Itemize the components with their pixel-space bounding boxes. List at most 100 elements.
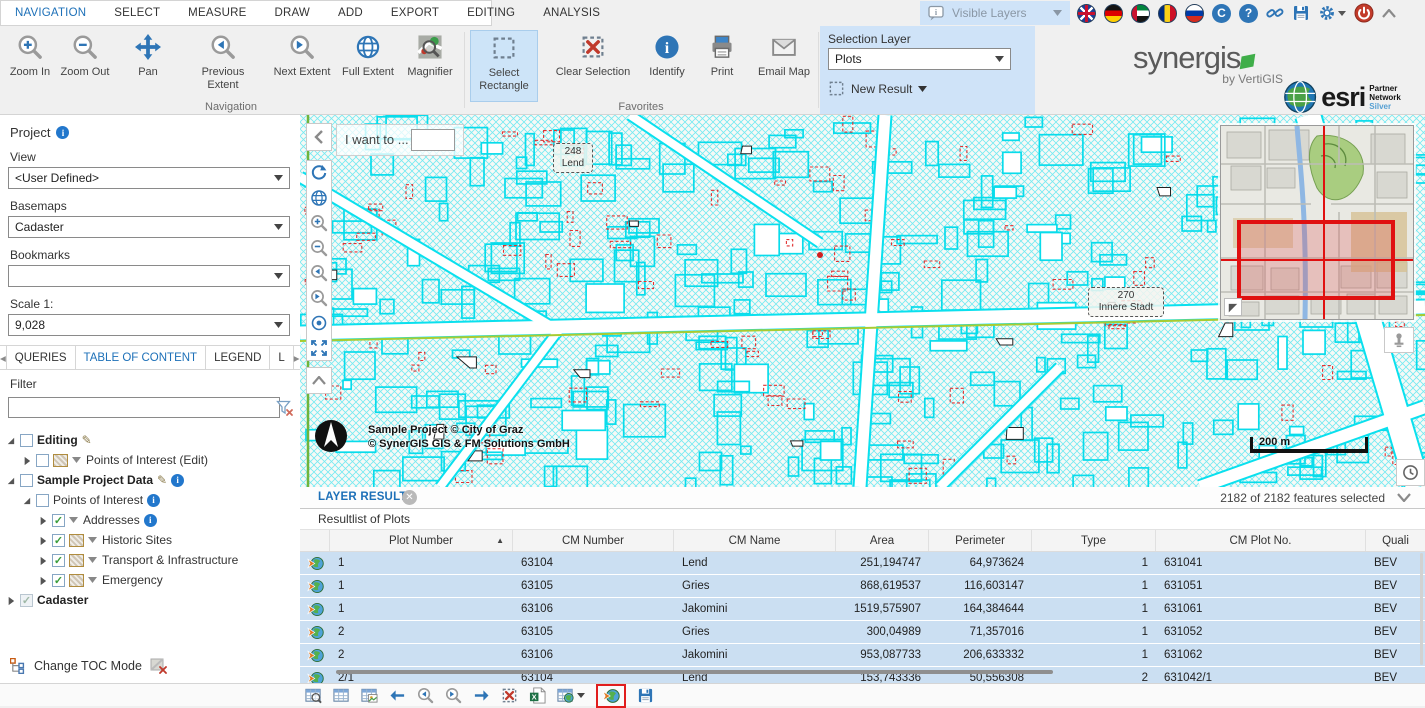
expander-collapsed-icon[interactable] [20, 455, 32, 466]
layer-info-icon[interactable]: i [147, 494, 160, 507]
layer-info-icon[interactable]: i [144, 514, 157, 527]
collapse-left-panel-button[interactable] [306, 123, 332, 151]
expander-expanded-icon[interactable] [20, 495, 32, 506]
next-record-button[interactable] [473, 687, 490, 704]
zoom-to-feature-icon[interactable] [300, 578, 330, 595]
zoom-previous-result-button[interactable] [417, 687, 434, 704]
history-clock-button[interactable] [1396, 459, 1425, 486]
header-cm-name[interactable]: CM Name [674, 530, 836, 551]
select-rectangle-button[interactable]: Select Rectangle [470, 30, 538, 102]
tree-item-sample-project-data[interactable]: Sample Project Data ✎ i [0, 470, 300, 490]
layer-menu-caret-icon[interactable] [69, 517, 79, 523]
zoom-in-icon[interactable] [310, 214, 328, 232]
save-result-button[interactable] [637, 687, 654, 704]
center-map-icon[interactable] [310, 314, 328, 332]
checkbox-unchecked[interactable] [20, 434, 33, 447]
zoom-to-feature-icon[interactable] [300, 670, 330, 684]
expander-collapsed-icon[interactable] [36, 515, 48, 526]
previous-extent-icon[interactable] [310, 264, 328, 282]
layer-menu-caret-icon[interactable] [88, 537, 98, 543]
language-arabic-icon[interactable] [1131, 4, 1150, 23]
tree-item-editing[interactable]: Editing ✎ [0, 430, 300, 450]
report-view-button[interactable] [361, 687, 378, 704]
save-icon[interactable] [1292, 4, 1310, 22]
table-row[interactable]: 163104Lend251,19474764,9736241631041BEV [300, 552, 1425, 575]
checkbox-checked[interactable]: ✓ [52, 574, 65, 587]
scale-select[interactable]: 9,028 [8, 314, 290, 336]
refresh-icon[interactable] [310, 164, 328, 182]
expander-collapsed-icon[interactable] [36, 555, 48, 566]
table-row[interactable]: 263105Gries300,0498971,3570161631052BEV [300, 621, 1425, 644]
table-row[interactable]: 163105Gries868,619537116,6031471631051BE… [300, 575, 1425, 598]
next-extent-icon[interactable] [310, 289, 328, 307]
tree-item-points-of-interest[interactable]: Points of Interest i [0, 490, 300, 510]
excel-export-button[interactable]: X [529, 687, 546, 704]
menu-tab-editing[interactable]: EDITING [453, 7, 529, 19]
full-extent-icon[interactable] [310, 189, 328, 207]
search-in-result-button[interactable] [305, 687, 322, 704]
language-russian-icon[interactable] [1185, 4, 1204, 23]
menu-tab-export[interactable]: EXPORT [377, 7, 453, 19]
collapse-ribbon-icon[interactable] [1382, 9, 1396, 18]
view-select[interactable]: <User Defined> [8, 167, 290, 189]
tree-item-transport-infrastructure[interactable]: ✓ Transport & Infrastructure [0, 550, 300, 570]
remove-selection-button[interactable] [501, 687, 518, 704]
next-extent-button[interactable]: Next Extent [268, 30, 336, 102]
tab-queries[interactable]: QUERIES [7, 346, 76, 369]
checkbox-checked[interactable]: ✓ [52, 534, 65, 547]
horizontal-scrollbar[interactable] [336, 670, 1053, 674]
menu-tab-analysis[interactable]: ANALYSIS [529, 7, 614, 19]
settings-button[interactable] [1318, 4, 1346, 22]
i-want-to-input[interactable] [411, 129, 455, 151]
zoom-in-button[interactable]: Zoom In [6, 30, 54, 102]
collapse-panel-icon[interactable] [1397, 493, 1411, 502]
checkbox-unchecked[interactable] [36, 454, 49, 467]
zoom-to-feature-icon[interactable] [300, 624, 330, 641]
email-map-button[interactable]: Email Map [752, 30, 816, 102]
header-cm-plot-no[interactable]: CM Plot No. [1156, 530, 1366, 551]
zoom-to-selection-highlighted[interactable] [596, 684, 626, 708]
print-button[interactable]: Print [698, 30, 746, 102]
tab-truncated[interactable]: L [270, 346, 293, 369]
clear-filter-icon[interactable] [276, 399, 294, 417]
header-area[interactable]: Area [836, 530, 929, 551]
tree-item-poi-edit[interactable]: Points of Interest (Edit) [0, 450, 300, 470]
menu-tab-select[interactable]: SELECT [100, 7, 174, 19]
bookmarks-select[interactable] [8, 265, 290, 287]
map-canvas-area[interactable]: I want to ... 248Lend 270Innere Stadt Sa… [300, 115, 1425, 487]
language-english-icon[interactable] [1077, 4, 1096, 23]
fullscreen-icon[interactable] [310, 339, 328, 357]
selection-layer-select[interactable]: Plots [828, 48, 1011, 70]
language-german-icon[interactable] [1104, 4, 1123, 23]
header-cm-number[interactable]: CM Number [513, 530, 674, 551]
layer-menu-caret-icon[interactable] [88, 577, 98, 583]
filter-input[interactable] [8, 397, 280, 418]
vertical-scrollbar[interactable] [1420, 553, 1423, 665]
map-tools-collapse-button[interactable] [306, 367, 332, 394]
checkbox-unchecked[interactable] [36, 494, 49, 507]
overview-map[interactable]: ◤ [1220, 125, 1414, 320]
expander-expanded-icon[interactable] [4, 435, 16, 446]
zoom-out-icon[interactable] [310, 239, 328, 257]
table-row[interactable]: 163106Jakomini1519,575907164,38464416310… [300, 598, 1425, 621]
pan-button[interactable]: Pan [126, 30, 170, 102]
header-type[interactable]: Type [1032, 530, 1156, 551]
zoom-to-feature-icon[interactable] [300, 647, 330, 664]
language-romanian-icon[interactable] [1158, 4, 1177, 23]
tree-item-historic-sites[interactable]: ✓ Historic Sites [0, 530, 300, 550]
full-extent-button[interactable]: Full Extent [338, 30, 398, 102]
layer-menu-caret-icon[interactable] [72, 457, 82, 463]
table-row[interactable]: 263106Jakomini953,087733206,633332163106… [300, 644, 1425, 667]
basemaps-select[interactable]: Cadaster [8, 216, 290, 238]
header-perimeter[interactable]: Perimeter [929, 530, 1032, 551]
layer-info-icon[interactable]: i [171, 474, 184, 487]
zoom-next-result-button[interactable] [445, 687, 462, 704]
layer-menu-caret-icon[interactable] [88, 557, 98, 563]
identify-button[interactable]: i Identify [642, 30, 692, 102]
magnifier-button[interactable]: Magnifier [400, 30, 460, 102]
tab-legend[interactable]: LEGEND [206, 346, 270, 369]
zoom-to-feature-icon[interactable] [300, 555, 330, 572]
clear-selection-button[interactable]: Clear Selection [548, 30, 638, 102]
tree-item-cadaster[interactable]: ✓ Cadaster [0, 590, 300, 610]
new-result-button[interactable]: New Result [828, 80, 927, 97]
